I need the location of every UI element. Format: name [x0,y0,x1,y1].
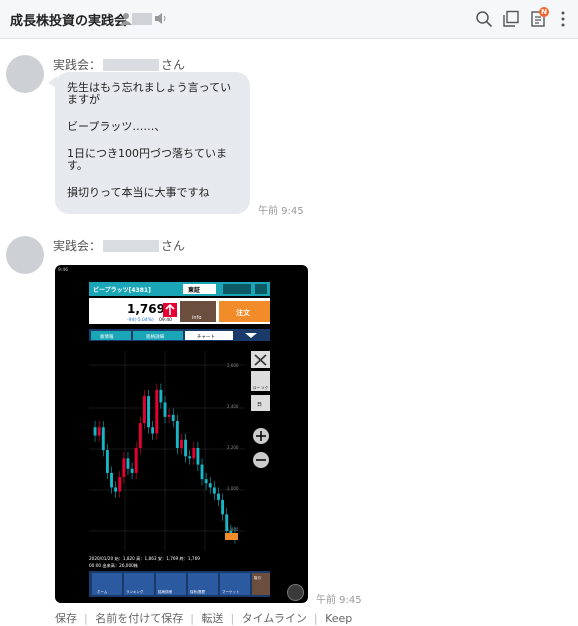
sender-name-redacted [103,239,160,252]
candle [163,402,167,417]
notes-icon[interactable] [502,10,520,28]
tick-label: 2,600 [227,363,239,368]
tab-board: 板情報 [100,333,114,340]
speaker-icon[interactable] [154,12,167,25]
candle [200,464,204,480]
info-button: info [192,315,201,321]
last-price-marker [225,533,238,540]
volume-line: 00:00 出来高：26,000株 [89,562,139,569]
notification-badge: N [539,7,549,17]
message-bubble[interactable]: 先生はもう忘れましょう言っていますが ビープラッツ……、 1日につき100円づつ… [55,72,250,214]
candle [138,423,142,448]
save-link[interactable]: 保存 [55,612,77,625]
candle [114,487,118,492]
image-actions: 保存 | 名前を付けて保存 | 転送 | タイムライン | Keep [55,612,353,625]
search-icon[interactable] [475,10,493,28]
candle [204,479,208,484]
candle [208,483,212,488]
tick-label: 2,200 [227,445,239,450]
member-count-redacted [132,13,152,25]
market-select: 東証 [188,286,200,294]
candle [184,439,188,457]
tick-label: 1,800 [227,527,239,532]
tick-label: 2,000 [227,486,239,491]
candle [97,427,101,436]
candle [134,448,138,473]
image-message[interactable]: 9:46 ビープラッツ[4381] 東証 1,769 -94(-5.04%) 0… [55,265,308,603]
nav-ranking: ランキング [126,589,144,594]
order-button: 注文 [236,308,251,317]
candle [118,477,122,492]
candle-tool: ロー ソク [253,385,269,390]
price-change: -94(-5.04%) [127,317,154,323]
candle [142,396,146,424]
candle [130,468,134,473]
timeline-link[interactable]: タイムライン [242,612,307,625]
keep-link[interactable]: Keep [325,612,352,625]
candle [101,427,105,451]
candle [175,421,179,448]
candle [221,499,225,515]
message-line: 1日につき100円づつ落ちています。 [67,147,227,172]
period-tool: 日 [257,402,262,408]
avatar[interactable] [6,55,44,93]
sender-name: 実践会： さん [53,58,186,72]
price-axis: 2,600 2,400 2,200 2,000 1,800 [227,363,239,532]
tab-chart: チャート [197,334,215,340]
candle [188,456,192,459]
candle [225,514,229,531]
nav-trade: 取引 [254,575,261,580]
avatar[interactable] [6,236,44,274]
forward-link[interactable]: 転送 [201,612,223,625]
price-time: 09:40 [159,317,172,323]
candle [196,448,200,465]
candle [105,450,109,473]
nav-detail: 銘柄詳細 [158,589,172,594]
sender-name-redacted [103,58,160,71]
chat-header: 成長株投資の実践会 N [0,0,578,39]
chart-grid [89,351,245,550]
message-time: 午前 9:45 [258,206,304,217]
stock-price: 1,769 [127,302,165,316]
chat-title: 成長株投資の実践会 [10,14,128,29]
candle [180,439,183,448]
candle [122,458,126,478]
more-icon[interactable] [554,10,572,28]
candle [192,448,196,459]
tick-label: 2,400 [227,404,239,409]
message-line: 先生はもう忘れましょう言っていますが [67,81,232,106]
message-time: 午前 9:45 [316,595,362,606]
expand-icon[interactable] [287,584,304,601]
message-line: ビープラッツ……、 [67,120,166,133]
candle [229,531,233,534]
status-time: 9:46 [58,267,68,273]
candle [167,414,171,417]
candle [212,487,216,494]
candle [155,389,159,434]
stock-name: ビープラッツ[4381] [93,286,151,294]
tab-detail: 銘柄詳細 [146,333,164,340]
nav-home: ホーム [97,589,108,594]
members-icon[interactable] [120,12,132,25]
candle [147,396,150,428]
candle [171,414,175,422]
candle [93,427,97,436]
candle [126,458,130,469]
save-as-link[interactable]: 名前を付けて保存 [95,612,183,625]
nav-market: マーケット [222,589,240,594]
sender-name: 実践会： さん [53,239,186,253]
message-line: 損切りって本当に大事ですね [67,186,210,199]
candle [217,493,220,500]
candle [151,427,155,434]
candle [159,389,163,403]
candle [110,472,113,488]
stock-app-screenshot: 9:46 ビープラッツ[4381] 東証 1,769 -94(-5.04%) 0… [58,267,270,597]
nav-holdings: 保有/履歴 [190,589,206,594]
ohlc-line: 2020/01/20 始：1,820 高：1,863 安：1,769 終：1,7… [89,555,200,562]
